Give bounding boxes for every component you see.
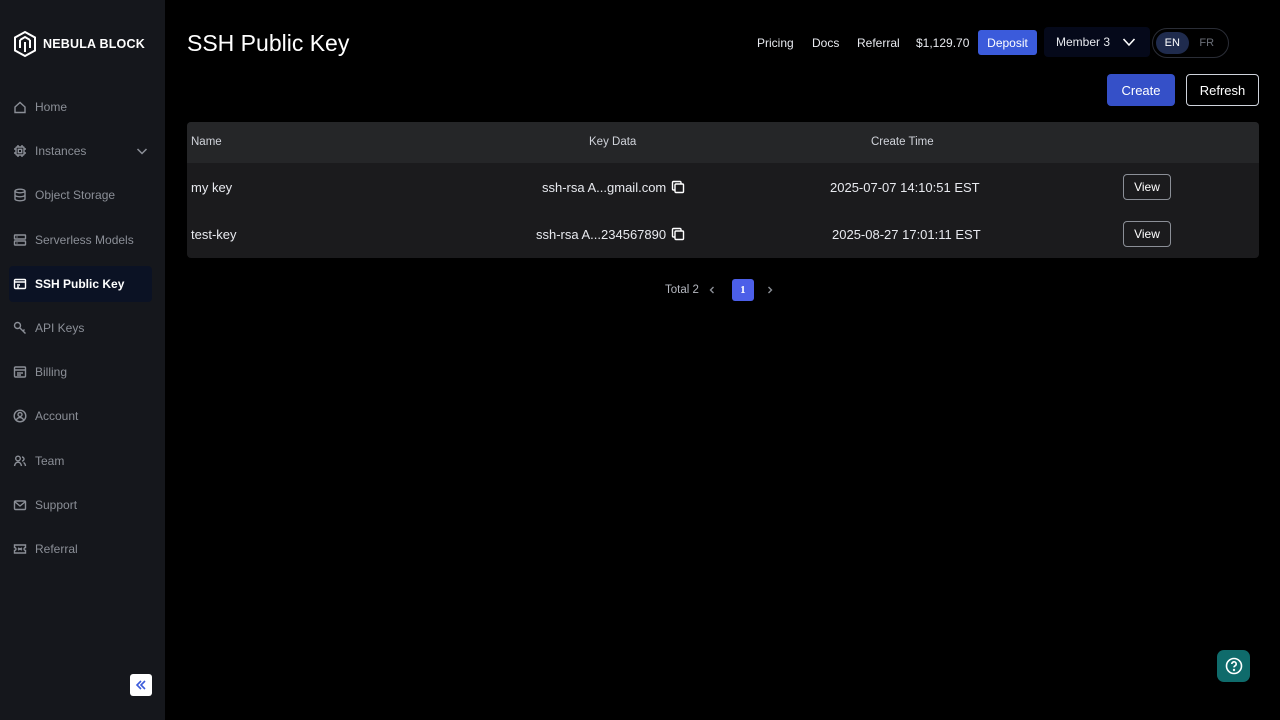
pagination-total: Total 2 bbox=[665, 284, 699, 296]
sidebar-item-api-keys[interactable]: API Keys bbox=[9, 310, 152, 346]
sidebar-item-object-storage[interactable]: Object Storage bbox=[9, 177, 152, 213]
chevron-down-icon bbox=[1122, 38, 1136, 47]
brand-logo[interactable]: NEBULA BLOCK bbox=[13, 30, 145, 58]
sidebar-item-ssh-public-key[interactable]: SSH Public Key bbox=[9, 266, 152, 302]
create-button[interactable]: Create bbox=[1107, 74, 1175, 106]
language-en[interactable]: EN bbox=[1156, 32, 1189, 54]
table-header: Name Key Data Create Time bbox=[187, 122, 1259, 163]
create-time: 2025-08-27 17:01:11 EST bbox=[832, 227, 981, 242]
column-header-create-time: Create Time bbox=[871, 136, 934, 148]
sidebar-item-instances[interactable]: Instances bbox=[9, 133, 152, 169]
key-data: ssh-rsa A...234567890 bbox=[536, 227, 667, 242]
page-number-button[interactable]: 1 bbox=[731, 279, 754, 301]
double-chevron-left-icon bbox=[135, 680, 146, 690]
sidebar-item-label: Account bbox=[35, 409, 79, 423]
chip-icon bbox=[13, 144, 27, 158]
sidebar-item-label: Referral bbox=[35, 542, 78, 556]
account-icon bbox=[13, 409, 27, 423]
key-name: my key bbox=[191, 180, 233, 195]
sidebar-item-label: Support bbox=[35, 498, 78, 512]
mail-icon bbox=[13, 498, 27, 512]
prev-page-icon[interactable] bbox=[705, 283, 719, 297]
home-icon bbox=[13, 100, 27, 114]
refresh-button[interactable]: Refresh bbox=[1186, 74, 1259, 106]
sidebar-item-label: API Keys bbox=[35, 321, 85, 335]
ticket-icon bbox=[13, 542, 27, 556]
key-data: ssh-rsa A...gmail.com bbox=[542, 180, 667, 195]
team-icon bbox=[13, 454, 27, 468]
language-toggle: EN FR bbox=[1152, 28, 1229, 58]
sidebar: NEBULA BLOCK Home Instances Object Stora… bbox=[0, 0, 165, 720]
database-icon bbox=[13, 188, 27, 202]
column-header-key-data: Key Data bbox=[589, 136, 637, 148]
server-icon bbox=[13, 233, 27, 247]
help-button[interactable] bbox=[1217, 650, 1250, 682]
key-card-icon bbox=[13, 277, 27, 291]
sidebar-item-team[interactable]: Team bbox=[9, 443, 152, 479]
create-time: 2025-07-07 14:10:51 EST bbox=[830, 180, 980, 195]
key-data-cell: ssh-rsa A...gmail.com bbox=[542, 180, 685, 195]
key-icon bbox=[13, 321, 27, 335]
next-page-icon[interactable] bbox=[763, 283, 777, 297]
sidebar-item-label: Team bbox=[35, 454, 65, 468]
question-circle-icon bbox=[1225, 657, 1242, 675]
pricing-link[interactable]: Pricing bbox=[757, 36, 794, 50]
account-balance: $1,129.70 bbox=[916, 36, 970, 50]
sidebar-item-label: Object Storage bbox=[35, 188, 116, 202]
sidebar-item-referral[interactable]: Referral bbox=[9, 531, 152, 567]
sidebar-item-label: Serverless Models bbox=[35, 233, 134, 247]
sidebar-item-label: SSH Public Key bbox=[35, 277, 125, 291]
sidebar-item-home[interactable]: Home bbox=[9, 89, 152, 125]
view-button[interactable]: View bbox=[1123, 221, 1171, 247]
key-name: test-key bbox=[191, 227, 237, 242]
sidebar-item-account[interactable]: Account bbox=[9, 398, 152, 434]
column-header-name: Name bbox=[191, 136, 222, 148]
collapse-sidebar-button[interactable] bbox=[130, 674, 152, 696]
member-name: Member 3 bbox=[1056, 35, 1111, 49]
ssh-key-table: Name Key Data Create Time my key ssh-rsa… bbox=[187, 122, 1259, 258]
nebula-cube-icon bbox=[14, 30, 36, 58]
copy-icon[interactable] bbox=[671, 180, 685, 194]
view-button[interactable]: View bbox=[1123, 174, 1171, 200]
table-row: my key ssh-rsa A...gmail.com 2025-07-07 … bbox=[187, 163, 1259, 210]
deposit-button[interactable]: Deposit bbox=[978, 30, 1037, 55]
brand-name: NEBULA BLOCK bbox=[43, 37, 145, 51]
pagination: Total 2 1 bbox=[665, 279, 777, 301]
referral-link[interactable]: Referral bbox=[857, 36, 900, 50]
docs-link[interactable]: Docs bbox=[812, 36, 839, 50]
page-title: SSH Public Key bbox=[187, 30, 350, 56]
member-dropdown[interactable]: Member 3 bbox=[1044, 27, 1150, 57]
billing-icon bbox=[13, 365, 27, 379]
copy-icon[interactable] bbox=[671, 227, 685, 241]
sidebar-item-label: Instances bbox=[35, 144, 87, 158]
sidebar-item-label: Billing bbox=[35, 365, 68, 379]
sidebar-item-serverless-models[interactable]: Serverless Models bbox=[9, 222, 152, 258]
sidebar-item-label: Home bbox=[35, 100, 68, 114]
sidebar-item-support[interactable]: Support bbox=[9, 487, 152, 523]
key-data-cell: ssh-rsa A...234567890 bbox=[536, 227, 685, 242]
language-fr[interactable]: FR bbox=[1191, 32, 1224, 54]
chevron-down-icon[interactable] bbox=[136, 145, 148, 157]
sidebar-item-billing[interactable]: Billing bbox=[9, 354, 152, 390]
table-row: test-key ssh-rsa A...234567890 2025-08-2… bbox=[187, 210, 1259, 257]
